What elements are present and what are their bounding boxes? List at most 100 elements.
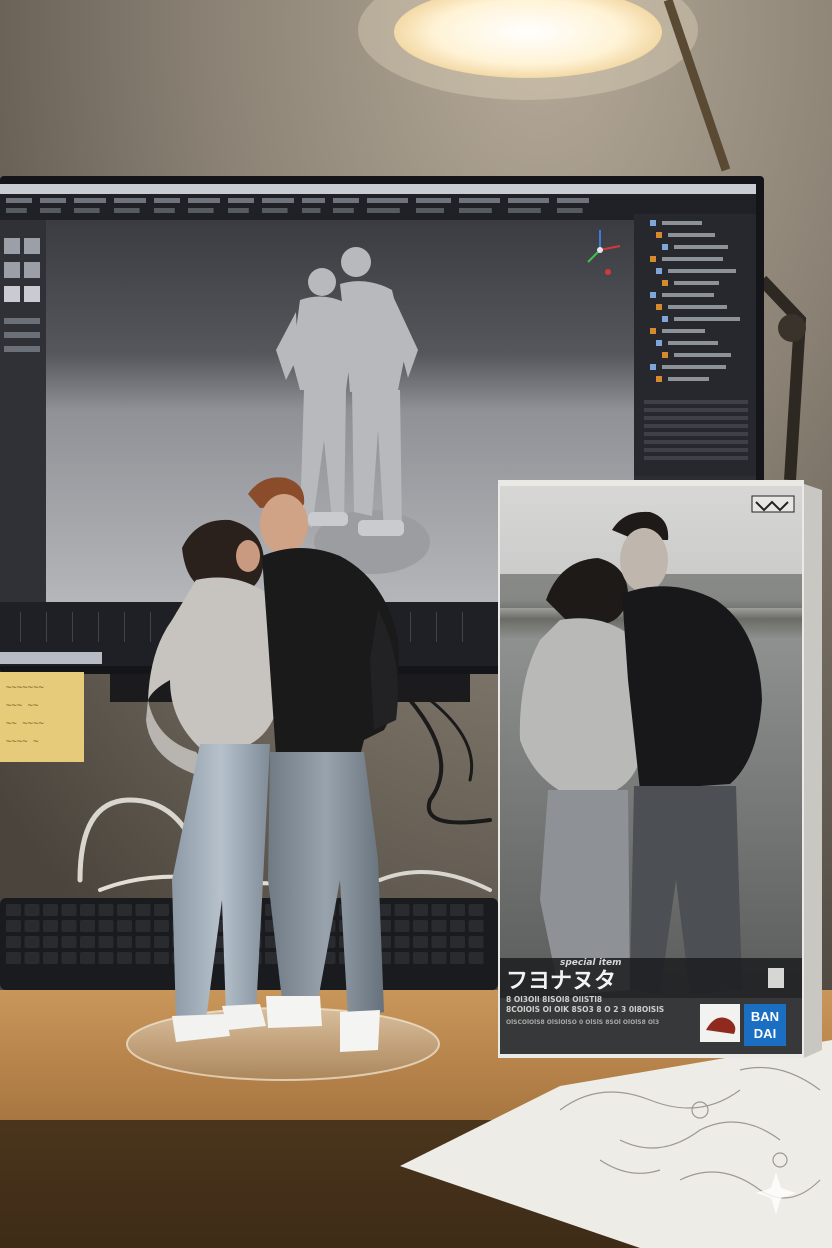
keyboard-key <box>80 936 95 948</box>
menu-item[interactable] <box>416 198 451 203</box>
outliner-item[interactable] <box>674 317 740 321</box>
properties-row[interactable] <box>644 456 748 460</box>
keyboard-key <box>117 952 132 964</box>
outliner-item[interactable] <box>662 329 705 333</box>
keyboard-key <box>413 936 428 948</box>
keyboard-key <box>394 920 410 932</box>
menu-item[interactable] <box>228 198 254 203</box>
outliner-item[interactable] <box>662 293 714 297</box>
keyboard-key <box>6 936 21 948</box>
toolbar-item[interactable] <box>40 208 61 213</box>
box-side <box>804 484 822 1058</box>
keyboard-key <box>61 904 77 916</box>
outliner-item[interactable] <box>674 353 731 357</box>
toolbar-item[interactable] <box>557 208 583 213</box>
menu-item[interactable] <box>557 198 589 203</box>
outliner-item[interactable] <box>674 281 719 285</box>
outliner-item-icon <box>656 304 662 310</box>
timeline-playhead[interactable] <box>0 652 102 664</box>
menu-item[interactable] <box>367 198 408 203</box>
timeline-tick <box>72 612 73 642</box>
box-subtitle-1: 8 Ol3Oll 8ISOl8 OllSTl8 <box>506 995 602 1004</box>
timeline-tick <box>20 612 21 642</box>
keyboard-key <box>24 904 40 916</box>
keyboard-key <box>6 952 21 964</box>
menu-item[interactable] <box>74 198 106 203</box>
outliner-item[interactable] <box>674 245 728 249</box>
toolbar-item[interactable] <box>508 208 541 213</box>
outliner-item[interactable] <box>668 341 718 345</box>
outliner-item-icon <box>656 268 662 274</box>
toolbar-item[interactable] <box>228 208 249 213</box>
toolbar-item[interactable] <box>367 208 400 213</box>
timeline-tick <box>46 612 47 642</box>
keyboard-key <box>468 952 484 964</box>
keyboard-key <box>24 936 40 948</box>
properties-row[interactable] <box>644 424 748 428</box>
outliner-item[interactable] <box>668 269 736 273</box>
keyboard-key <box>117 904 132 916</box>
outliner-item[interactable] <box>668 305 727 309</box>
keyboard-key <box>450 936 465 948</box>
toolbar-item[interactable] <box>416 208 444 213</box>
timeline-tick <box>410 612 411 642</box>
toolbar-item[interactable] <box>114 208 140 213</box>
toolbar-item[interactable] <box>188 208 214 213</box>
properties-row[interactable] <box>644 448 748 452</box>
toolbar-item[interactable] <box>262 208 288 213</box>
keyboard-key <box>154 920 169 932</box>
menu-item[interactable] <box>188 198 220 203</box>
toolbar-item[interactable] <box>459 208 492 213</box>
keyboard-key <box>61 936 77 948</box>
toolbar-item[interactable] <box>6 208 27 213</box>
outliner-item[interactable] <box>662 365 726 369</box>
properties-row[interactable] <box>644 440 748 444</box>
app-title-bar <box>0 184 756 194</box>
toolbar-item[interactable] <box>74 208 100 213</box>
sticky-line: ~~~~~~~ <box>6 683 45 693</box>
keyboard-key <box>98 904 114 916</box>
keyboard-key <box>431 920 447 932</box>
keyboard-key <box>98 920 114 932</box>
toolbar-item[interactable] <box>154 208 175 213</box>
keyboard-key <box>154 904 169 916</box>
menu-item[interactable] <box>508 198 549 203</box>
toolbar-item[interactable] <box>302 208 321 213</box>
outliner-item-icon <box>650 220 656 226</box>
keyboard-key <box>135 920 151 932</box>
menu-item[interactable] <box>114 198 146 203</box>
menu-item[interactable] <box>459 198 500 203</box>
menu-item[interactable] <box>262 198 294 203</box>
outliner-item-icon <box>662 244 668 250</box>
timeline-tick <box>150 612 151 642</box>
menu-item[interactable] <box>333 198 359 203</box>
outliner-item[interactable] <box>662 221 702 225</box>
keyboard-key <box>43 936 58 948</box>
outliner-item[interactable] <box>668 377 709 381</box>
keyboard-key <box>24 952 40 964</box>
outliner-item-icon <box>662 352 668 358</box>
timeline-tick <box>124 612 125 642</box>
sticky-line: ~~~~ ~ <box>6 737 39 747</box>
outliner-item-icon <box>650 256 656 262</box>
properties-row[interactable] <box>644 400 748 404</box>
menu-item[interactable] <box>40 198 66 203</box>
outliner-item[interactable] <box>668 233 715 237</box>
keyboard-key <box>6 904 21 916</box>
outliner-item[interactable] <box>662 257 723 261</box>
keyboard-key <box>154 936 169 948</box>
keyboard-key <box>135 936 151 948</box>
toolbar-item[interactable] <box>333 208 354 213</box>
menu-item[interactable] <box>302 198 325 203</box>
keyboard-key <box>413 904 428 916</box>
properties-row[interactable] <box>644 408 748 412</box>
sticky-note: ~~~~~~~ ~~~ ~~ ~~ ~~~~ ~~~~ ~ <box>0 672 84 762</box>
properties-row[interactable] <box>644 432 748 436</box>
timeline-tick <box>462 612 463 642</box>
keyboard-key <box>413 952 428 964</box>
menu-item[interactable] <box>154 198 180 203</box>
properties-row[interactable] <box>644 416 748 420</box>
menu-item[interactable] <box>6 198 32 203</box>
keyboard-key <box>431 952 447 964</box>
keyboard-key <box>394 936 410 948</box>
